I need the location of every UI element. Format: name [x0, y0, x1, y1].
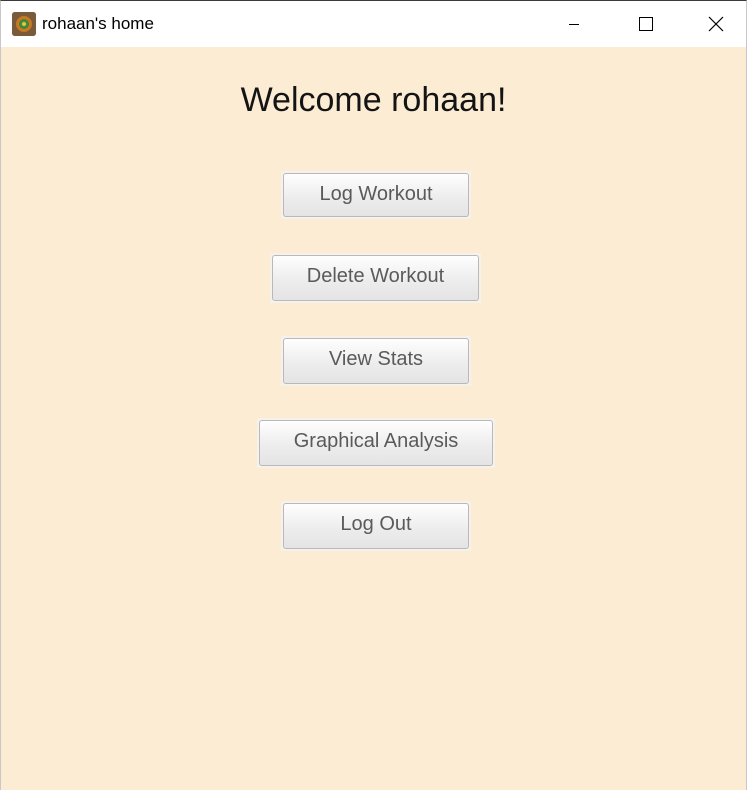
log-workout-button-wrap: Log Workout: [281, 171, 471, 219]
close-button[interactable]: [679, 1, 747, 47]
window-title: rohaan's home: [42, 14, 154, 33]
log-workout-button[interactable]: Log Workout: [283, 173, 469, 217]
minimize-icon: [569, 24, 579, 25]
minimize-button[interactable]: [541, 1, 611, 47]
graphical-analysis-button[interactable]: Graphical Analysis: [259, 420, 493, 466]
delete-workout-button[interactable]: Delete Workout: [272, 255, 479, 301]
log-out-button-wrap: Log Out: [281, 501, 471, 551]
delete-workout-button-wrap: Delete Workout: [270, 253, 481, 303]
welcome-heading: Welcome rohaan!: [240, 81, 507, 119]
log-out-button[interactable]: Log Out: [283, 503, 469, 549]
maximize-button[interactable]: [610, 1, 680, 47]
app-window: rohaan's home Welcome rohaan! Log Workou…: [0, 0, 747, 790]
view-stats-button-wrap: View Stats: [281, 336, 471, 386]
app-icon: [12, 12, 36, 36]
maximize-icon: [639, 17, 653, 31]
graphical-analysis-button-wrap: Graphical Analysis: [257, 418, 495, 468]
view-stats-button[interactable]: View Stats: [283, 338, 469, 384]
close-icon: [708, 16, 724, 32]
main-panel: Welcome rohaan! Log Workout Delete Worko…: [1, 47, 746, 790]
title-bar[interactable]: rohaan's home: [1, 1, 746, 47]
